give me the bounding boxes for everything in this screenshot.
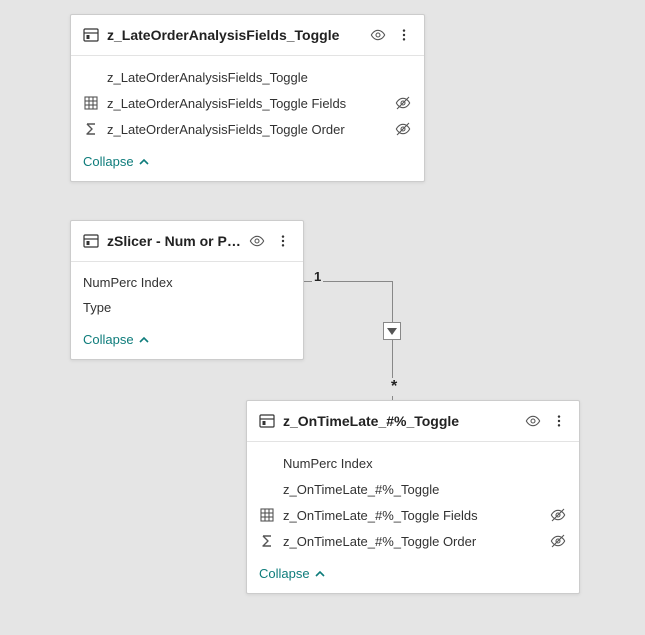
field-row[interactable]: NumPerc Index	[83, 270, 291, 295]
field-row[interactable]: z_LateOrderAnalysisFields_Toggle Order	[83, 116, 412, 142]
chevron-up-icon	[138, 334, 150, 346]
card-title: zSlicer - Num or Percent	[107, 233, 247, 249]
field-row[interactable]: z_LateOrderAnalysisFields_Toggle Fields	[83, 90, 412, 116]
field-name: z_OnTimeLate_#%_Toggle Fields	[283, 508, 543, 523]
field-name: z_LateOrderAnalysisFields_Toggle	[107, 70, 412, 85]
hidden-icon[interactable]	[394, 121, 412, 137]
table-icon	[259, 413, 275, 429]
more-options-icon[interactable]	[549, 411, 569, 431]
relationship-to-cardinality: *	[389, 378, 399, 396]
field-name: z_OnTimeLate_#%_Toggle Order	[283, 534, 543, 549]
table-icon	[83, 27, 99, 43]
field-icon-none	[83, 69, 99, 85]
table-card-ontimelate-toggle[interactable]: z_OnTimeLate_#%_Toggle NumPerc Index z_O…	[246, 400, 580, 594]
relationship-direction-arrow-icon	[383, 322, 401, 340]
card-header: z_LateOrderAnalysisFields_Toggle	[71, 15, 424, 56]
collapse-label: Collapse	[83, 154, 134, 169]
field-name: z_LateOrderAnalysisFields_Toggle Fields	[107, 96, 388, 111]
field-icon-none	[259, 455, 275, 471]
more-options-icon[interactable]	[273, 231, 293, 251]
card-header: zSlicer - Num or Percent	[71, 221, 303, 262]
more-options-icon[interactable]	[394, 25, 414, 45]
visibility-toggle-icon[interactable]	[368, 25, 388, 45]
table-icon	[83, 233, 99, 249]
field-row[interactable]: z_OnTimeLate_#%_Toggle Order	[259, 528, 567, 554]
card-body: NumPerc Index z_OnTimeLate_#%_Toggle z_O…	[247, 442, 579, 558]
field-name: Type	[83, 300, 291, 315]
visibility-toggle-icon[interactable]	[523, 411, 543, 431]
field-row[interactable]: z_OnTimeLate_#%_Toggle Fields	[259, 502, 567, 528]
visibility-toggle-icon[interactable]	[247, 231, 267, 251]
card-body: NumPerc Index Type	[71, 262, 303, 324]
measure-sigma-icon	[83, 121, 99, 137]
field-row[interactable]: z_OnTimeLate_#%_Toggle	[259, 476, 567, 502]
field-name: NumPerc Index	[283, 456, 567, 471]
field-icon-none	[259, 481, 275, 497]
hidden-icon[interactable]	[549, 533, 567, 549]
field-row[interactable]: Type	[83, 295, 291, 320]
card-title: z_OnTimeLate_#%_Toggle	[283, 413, 523, 429]
field-name: z_LateOrderAnalysisFields_Toggle Order	[107, 122, 388, 137]
field-parameter-grid-icon	[83, 95, 99, 111]
card-body: z_LateOrderAnalysisFields_Toggle z_LateO…	[71, 56, 424, 146]
field-name: NumPerc Index	[83, 275, 291, 290]
field-row[interactable]: z_LateOrderAnalysisFields_Toggle	[83, 64, 412, 90]
measure-sigma-icon	[259, 533, 275, 549]
field-row[interactable]: NumPerc Index	[259, 450, 567, 476]
collapse-button[interactable]: Collapse	[83, 154, 150, 169]
relationship-from-cardinality: 1	[312, 269, 323, 284]
card-header: z_OnTimeLate_#%_Toggle	[247, 401, 579, 442]
collapse-label: Collapse	[83, 332, 134, 347]
table-card-late-order-toggle[interactable]: z_LateOrderAnalysisFields_Toggle z_LateO…	[70, 14, 425, 182]
collapse-button[interactable]: Collapse	[83, 332, 150, 347]
chevron-up-icon	[138, 156, 150, 168]
collapse-label: Collapse	[259, 566, 310, 581]
card-title: z_LateOrderAnalysisFields_Toggle	[107, 27, 368, 43]
collapse-button[interactable]: Collapse	[259, 566, 326, 581]
chevron-up-icon	[314, 568, 326, 580]
hidden-icon[interactable]	[549, 507, 567, 523]
hidden-icon[interactable]	[394, 95, 412, 111]
table-card-zslicer-num-or-percent[interactable]: zSlicer - Num or Percent NumPerc Index T…	[70, 220, 304, 360]
field-parameter-grid-icon	[259, 507, 275, 523]
field-name: z_OnTimeLate_#%_Toggle	[283, 482, 567, 497]
